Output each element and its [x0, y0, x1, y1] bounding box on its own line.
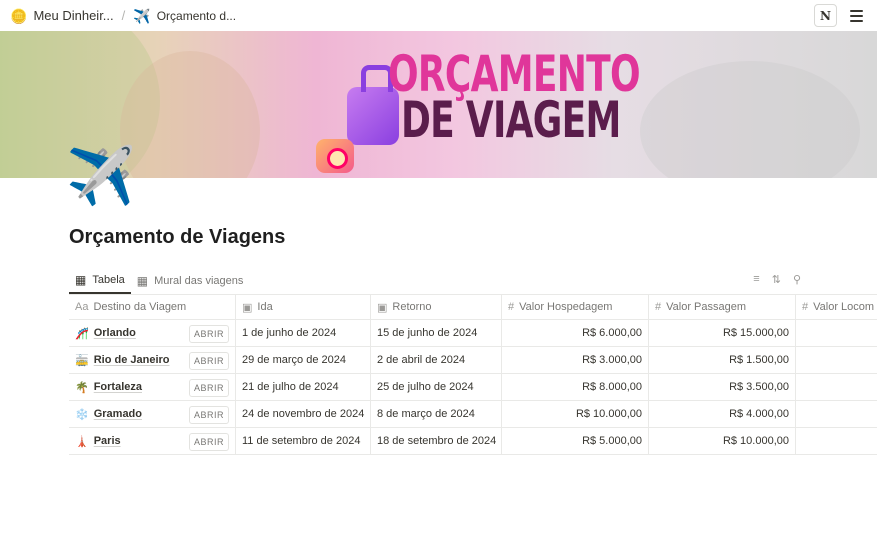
open-button[interactable]: ABRIR: [188, 352, 229, 370]
cell-valor-passagem[interactable]: R$ 1.500,00: [649, 347, 796, 373]
number-property-icon: #: [508, 301, 515, 313]
menu-icon[interactable]: [845, 5, 867, 27]
top-bar: 🪙 Meu Dinheir... / ✈️ Orçamento d... N: [0, 0, 877, 31]
cell-valor-passagem[interactable]: R$ 4.000,00: [649, 401, 796, 427]
table-row: ❄️ Gramado ABRIR 24 de novembro de 2024 8…: [69, 401, 877, 428]
sort-icon[interactable]: ⇅: [772, 273, 781, 286]
cell-retorno[interactable]: 25 de julho de 2024: [371, 374, 502, 400]
table-header-row: Aa Destino da Viagem ▣ Ida ▣ Retorno # V…: [69, 295, 877, 320]
column-header-label: Ida: [257, 301, 273, 313]
eiffel-tower-icon: 🗼: [75, 435, 89, 448]
search-icon[interactable]: ⚲: [793, 273, 801, 286]
cell-valor-passagem[interactable]: R$ 3.500,00: [649, 374, 796, 400]
column-header-destino[interactable]: Aa Destino da Viagem: [69, 295, 236, 319]
view-tabs: ▦ Tabela ▦ Mural das viagens ≡ ⇅ ⚲: [69, 268, 877, 294]
column-header-label: Retorno: [392, 301, 432, 313]
cover-title-line2: DE VIAGEM: [400, 91, 621, 149]
open-button[interactable]: ABRIR: [188, 379, 229, 397]
column-header-label: Valor Locom: [813, 301, 875, 313]
number-property-icon: #: [802, 301, 809, 313]
column-header-label: Valor Passagem: [666, 301, 747, 313]
cell-destino[interactable]: 🎢 Orlando ABRIR: [69, 320, 236, 346]
column-header-valor-hospedagem[interactable]: # Valor Hospedagem: [502, 295, 649, 319]
destino-name[interactable]: Gramado: [94, 408, 142, 420]
page-title: Orçamento de Viagens: [69, 226, 286, 248]
cell-ida[interactable]: 29 de março de 2024: [236, 347, 371, 373]
destino-name[interactable]: Paris: [94, 435, 121, 447]
palm-tree-icon: 🌴: [75, 381, 89, 394]
cell-ida[interactable]: 24 de novembro de 2024: [236, 401, 371, 427]
airplane-icon: ✈️: [133, 7, 151, 24]
tab-label: Tabela: [92, 274, 125, 286]
camera-icon: [316, 139, 354, 173]
tab-tabela[interactable]: ▦ Tabela: [69, 268, 131, 294]
column-header-valor-passagem[interactable]: # Valor Passagem: [649, 295, 796, 319]
cell-retorno[interactable]: 8 de março de 2024: [371, 401, 502, 427]
table-row: 🚋 Rio de Janeiro ABRIR 29 de março de 202…: [69, 347, 877, 374]
tab-mural-das-viagens[interactable]: ▦ Mural das viagens: [131, 268, 250, 294]
open-button[interactable]: ABRIR: [188, 325, 229, 343]
cell-destino[interactable]: 🚋 Rio de Janeiro ABRIR: [69, 347, 236, 373]
breadcrumb-label: Meu Dinheir...: [33, 8, 114, 23]
open-button[interactable]: ABRIR: [188, 406, 229, 424]
open-button[interactable]: ABRIR: [188, 433, 229, 451]
destino-name[interactable]: Orlando: [94, 327, 136, 339]
gallery-icon: ▦: [136, 274, 149, 288]
cell-destino[interactable]: ❄️ Gramado ABRIR: [69, 401, 236, 427]
notion-logo-button[interactable]: N: [814, 4, 837, 27]
table-row: 🗼 Paris ABRIR 11 de setembro de 2024 18 d…: [69, 428, 877, 455]
cell-ida[interactable]: 1 de junho de 2024: [236, 320, 371, 346]
cell-valor-locomocao[interactable]: [796, 374, 877, 400]
cell-valor-locomocao[interactable]: [796, 428, 877, 454]
cell-ida[interactable]: 11 de setembro de 2024: [236, 428, 371, 454]
cell-valor-passagem[interactable]: R$ 10.000,00: [649, 428, 796, 454]
cell-retorno[interactable]: 2 de abril de 2024: [371, 347, 502, 373]
cell-valor-locomocao[interactable]: [796, 401, 877, 427]
destino-name[interactable]: Fortaleza: [94, 381, 142, 393]
cell-valor-hospedagem[interactable]: R$ 3.000,00: [502, 347, 649, 373]
breadcrumb-item-meu-dinheiro[interactable]: 🪙 Meu Dinheir...: [6, 6, 118, 25]
table-row: 🌴 Fortaleza ABRIR 21 de julho de 2024 25 …: [69, 374, 877, 401]
page-airplane-icon[interactable]: ✈️: [66, 146, 136, 206]
database-table: Aa Destino da Viagem ▣ Ida ▣ Retorno # V…: [69, 294, 877, 455]
tram-icon: 🚋: [75, 354, 89, 367]
number-property-icon: #: [655, 301, 662, 313]
column-header-label: Destino da Viagem: [93, 301, 187, 313]
roller-coaster-icon: 🎢: [75, 327, 89, 340]
column-header-ida[interactable]: ▣ Ida: [236, 295, 371, 319]
column-header-label: Valor Hospedagem: [519, 301, 613, 313]
cell-valor-hospedagem[interactable]: R$ 6.000,00: [502, 320, 649, 346]
calendar-icon: ▣: [377, 301, 388, 314]
column-header-retorno[interactable]: ▣ Retorno: [371, 295, 502, 319]
breadcrumb-item-orcamento[interactable]: ✈️ Orçamento d...: [129, 7, 240, 25]
cell-ida[interactable]: 21 de julho de 2024: [236, 374, 371, 400]
money-icon: 🪙: [10, 7, 28, 24]
calendar-icon: ▣: [242, 301, 253, 314]
cover-title: ORÇAMENTO DE VIAGEM: [388, 49, 641, 149]
column-header-valor-locomocao[interactable]: # Valor Locom: [796, 295, 877, 319]
cell-valor-passagem[interactable]: R$ 15.000,00: [649, 320, 796, 346]
table-icon: ▦: [75, 273, 87, 287]
cell-valor-locomocao[interactable]: [796, 347, 877, 373]
breadcrumb-label: Orçamento d...: [156, 8, 237, 23]
cell-retorno[interactable]: 15 de junho de 2024: [371, 320, 502, 346]
cell-valor-hospedagem[interactable]: R$ 8.000,00: [502, 374, 649, 400]
cell-valor-hospedagem[interactable]: R$ 10.000,00: [502, 401, 649, 427]
tab-label: Mural das viagens: [154, 275, 244, 287]
cell-valor-hospedagem[interactable]: R$ 5.000,00: [502, 428, 649, 454]
snowflake-icon: ❄️: [75, 408, 89, 421]
cell-destino[interactable]: 🗼 Paris ABRIR: [69, 428, 236, 454]
cell-destino[interactable]: 🌴 Fortaleza ABRIR: [69, 374, 236, 400]
filter-icon[interactable]: ≡: [753, 273, 759, 286]
table-row: 🎢 Orlando ABRIR 1 de junho de 2024 15 de …: [69, 320, 877, 347]
cell-valor-locomocao[interactable]: [796, 320, 877, 346]
text-property-icon: Aa: [75, 301, 89, 313]
cell-retorno[interactable]: 18 de setembro de 2024: [371, 428, 502, 454]
breadcrumb-separator: /: [121, 8, 126, 23]
destino-name[interactable]: Rio de Janeiro: [94, 354, 170, 366]
